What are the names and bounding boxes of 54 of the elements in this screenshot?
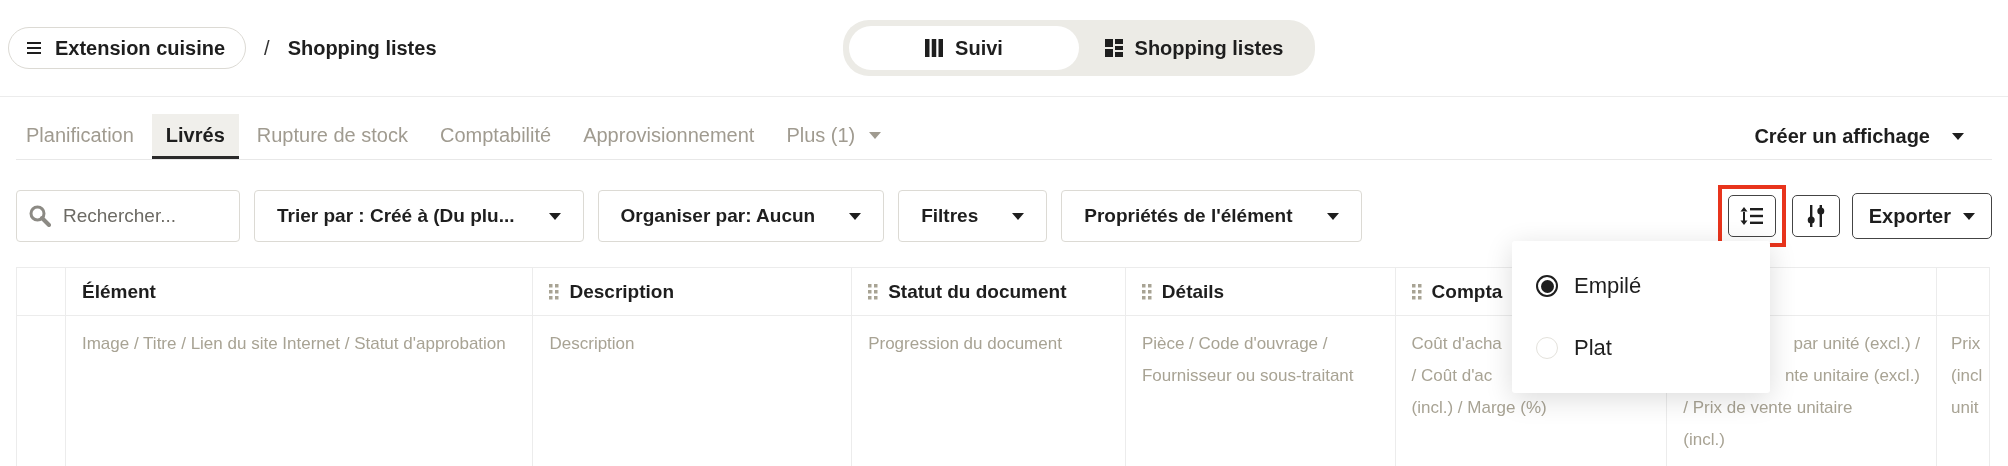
drag-handle-icon[interactable] <box>868 283 879 300</box>
dropdown-button[interactable]: Organiser par: Aucun <box>597 190 885 242</box>
table-cell-text: Description <box>549 333 636 355</box>
drag-handle-icon[interactable] <box>1411 283 1422 300</box>
table-cell-text: par unité (excl.) / <box>1793 333 1921 355</box>
table-cell-text: nte unitaire (excl.) <box>1784 365 1921 387</box>
row-density-button[interactable] <box>1727 195 1776 237</box>
column-header[interactable]: Description <box>569 280 674 303</box>
breadcrumb-separator: / <box>264 36 270 60</box>
create-view-button[interactable]: Créer un affichage <box>1748 114 1970 159</box>
drag-handle-icon[interactable] <box>1141 283 1152 300</box>
caret-icon <box>869 131 882 139</box>
density-icon <box>1739 206 1764 226</box>
adjust-button[interactable] <box>1791 195 1840 237</box>
caret-icon <box>1326 212 1339 220</box>
view-switch-option[interactable]: Shopping listes <box>1079 26 1309 70</box>
search-icon <box>29 205 51 227</box>
menu-button[interactable]: Extension cuisine <box>8 27 247 69</box>
breadcrumb-current: Shopping listes <box>287 36 437 60</box>
table-cell-text: / Prix de vente unitaire <box>1683 397 1853 419</box>
caret-icon <box>849 212 862 220</box>
columns-icon <box>925 39 944 57</box>
radio-option[interactable]: Empilé <box>1512 255 1770 317</box>
export-button[interactable]: Exporter <box>1851 193 1992 239</box>
caret-icon <box>1952 133 1964 140</box>
table-cell-text: Prix <box>1951 333 1981 355</box>
radio-button[interactable] <box>1536 275 1558 297</box>
table-cell-text: Image / Titre / Lien du site Internet / Statut d'approbation <box>82 333 507 355</box>
column-header[interactable]: Statut du document <box>888 280 1067 303</box>
radio-option[interactable]: Plat <box>1512 317 1770 379</box>
column-header[interactable]: Compta <box>1431 280 1503 303</box>
view-switch-option[interactable]: Suivi <box>849 26 1079 70</box>
table-cell-text: / Coût d'ac <box>1411 365 1493 387</box>
column-header[interactable]: Élément <box>82 280 156 303</box>
dropdown-button[interactable]: Propriétés de l'élément <box>1061 190 1362 242</box>
table-cell-text: Coût d'acha <box>1411 333 1502 355</box>
caret-icon <box>548 212 561 220</box>
caret-icon <box>1012 212 1025 220</box>
column-header[interactable]: Détails <box>1161 280 1225 303</box>
table-cell-text: unit <box>1951 397 1979 419</box>
dropdown-button[interactable]: Trier par : Créé à (Du plu... <box>254 190 584 242</box>
table-cell-text: (incl.) / Marge (%) <box>1411 397 1547 419</box>
search-field[interactable]: Rechercher... <box>16 190 240 242</box>
menu-icon <box>27 42 41 54</box>
tab[interactable]: Livrés <box>151 114 239 159</box>
dropdown-button[interactable]: Filtres <box>898 190 1048 242</box>
table-cell-text: Pièce / Code d'ouvrage / Fournisseur ou sous-traitant <box>1141 333 1355 387</box>
drag-handle-icon[interactable] <box>549 283 560 300</box>
caret-icon <box>1963 212 1975 220</box>
table-cell-text: Progression du document <box>868 333 1063 355</box>
table-cell-text: (incl <box>1951 365 1983 387</box>
sliders-icon <box>1806 205 1825 227</box>
table-cell-text: (incl.) <box>1683 429 1725 451</box>
blocks-icon <box>1104 39 1123 57</box>
